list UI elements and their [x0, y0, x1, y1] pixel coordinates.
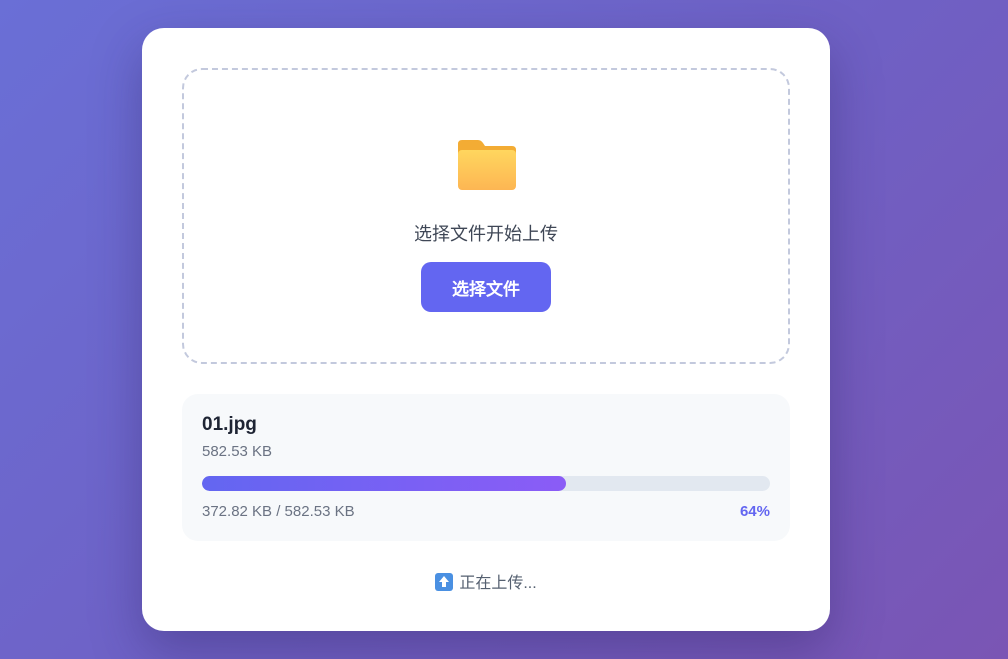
folder-icon: [458, 140, 516, 190]
file-item: 01.jpg 582.53 KB 372.82 KB / 582.53 KB 6…: [182, 394, 790, 541]
progress-bytes: 372.82 KB / 582.53 KB: [202, 503, 355, 520]
dropzone-text: 选择文件开始上传: [414, 224, 558, 244]
upload-status: 正在上传...: [142, 569, 830, 593]
file-name: 01.jpg: [202, 414, 257, 435]
up-arrow-icon: [435, 573, 454, 591]
progress-percent: 64%: [739, 503, 770, 520]
upload-card: 选择文件开始上传 选择文件 01.jpg 582.53 KB 372.82 KB…: [142, 28, 830, 631]
status-text: 正在上传...: [459, 575, 537, 592]
file-dropzone[interactable]: 选择文件开始上传 选择文件: [182, 68, 790, 364]
select-file-button[interactable]: 选择文件: [421, 262, 551, 312]
file-size: 582.53 KB: [202, 443, 273, 460]
progress-track: [202, 476, 770, 491]
progress-fill: [202, 476, 566, 491]
